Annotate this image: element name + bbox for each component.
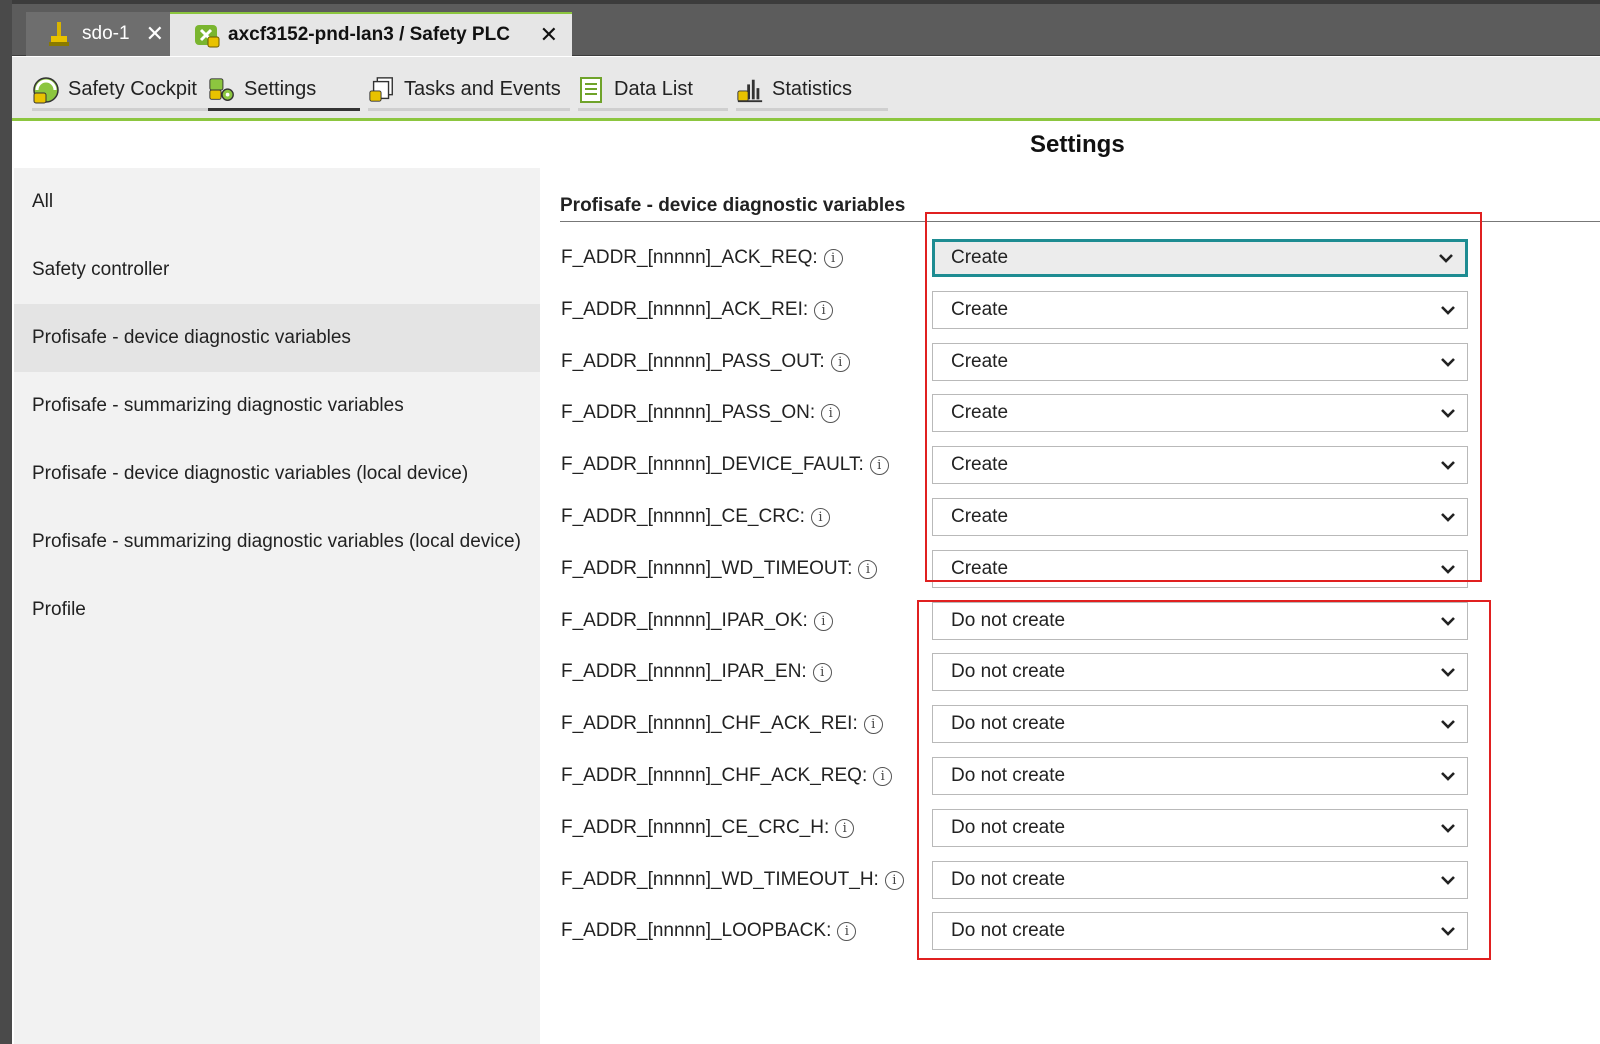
sidebar-item-profile[interactable]: Profile: [14, 576, 540, 644]
sidebar-item-device-diagnostic-local[interactable]: Profisafe - device diagnostic variables …: [14, 440, 540, 508]
setting-row-label: F_ADDR_[nnnnn]_WD_TIMEOUT_H: i: [561, 861, 904, 899]
setting-row-label: F_ADDR_[nnnnn]_IPAR_OK: i: [561, 602, 833, 640]
info-icon[interactable]: i: [813, 611, 833, 631]
document-tab-label: sdo-1: [82, 23, 130, 44]
sidebar-item-device-diagnostic-variables[interactable]: Profisafe - device diagnostic variables: [14, 304, 540, 372]
tab-label: Data List: [614, 78, 693, 100]
setting-row-label: F_ADDR_[nnnnn]_IPAR_EN: i: [561, 653, 832, 691]
setting-label-text: F_ADDR_[nnnnn]_CE_CRC:: [561, 506, 805, 527]
info-icon[interactable]: i: [863, 714, 883, 734]
document-tab-sdo-1[interactable]: sdo-1 ✕: [26, 12, 178, 56]
info-icon[interactable]: i: [810, 507, 830, 527]
info-icon[interactable]: i: [823, 248, 843, 268]
sidebar-item-all[interactable]: All: [14, 168, 540, 236]
tab-safety-cockpit[interactable]: Safety Cockpit: [32, 71, 214, 111]
setting-label-text: F_ADDR_[nnnnn]_WD_TIMEOUT_H:: [561, 869, 879, 890]
info-icon[interactable]: i: [858, 559, 878, 579]
setting-row-label: F_ADDR_[nnnnn]_CHF_ACK_REI: i: [561, 705, 883, 743]
tab-statistics[interactable]: Statistics: [736, 71, 888, 111]
setting-label-text: F_ADDR_[nnnnn]_WD_TIMEOUT:: [561, 558, 853, 579]
setting-label-text: F_ADDR_[nnnnn]_IPAR_EN:: [561, 661, 807, 682]
setting-label-text: F_ADDR_[nnnnn]_DEVICE_FAULT:: [561, 454, 864, 475]
setting-row-label: F_ADDR_[nnnnn]_DEVICE_FAULT: i: [561, 446, 889, 484]
setting-row-label: F_ADDR_[nnnnn]_PASS_ON: i: [561, 394, 841, 432]
setting-label-text: F_ADDR_[nnnnn]_ACK_REI:: [561, 299, 809, 320]
info-icon[interactable]: i: [837, 921, 857, 941]
tab-label: Safety Cockpit: [68, 78, 197, 100]
close-icon[interactable]: ✕: [146, 21, 164, 47]
bar-chart-icon: [736, 76, 764, 104]
info-icon[interactable]: i: [873, 766, 893, 786]
info-icon[interactable]: i: [830, 352, 850, 372]
document-tab-label: axcf3152-pnd-lan3 / Safety PLC: [228, 24, 510, 45]
sidebar-item-summarizing-diagnostic-local[interactable]: Profisafe - summarizing diagnostic varia…: [14, 508, 540, 576]
setting-row-label: F_ADDR_[nnnnn]_PASS_OUT: i: [561, 343, 850, 381]
tab-label: Tasks and Events: [404, 78, 561, 100]
document-tab-strip: sdo-1 ✕ axcf3152-pnd-lan3 / Safety PLC ✕: [12, 4, 1600, 56]
settings-gear-icon: [208, 76, 236, 104]
setting-label-text: F_ADDR_[nnnnn]_CHF_ACK_REQ:: [561, 765, 868, 786]
tab-label: Settings: [244, 78, 317, 100]
setting-row-label: F_ADDR_[nnnnn]_ACK_REI: i: [561, 291, 834, 329]
setting-row-label: F_ADDR_[nnnnn]_LOOPBACK: i: [561, 912, 857, 950]
highlight-box-do-not-create: [917, 600, 1491, 960]
editor-tab-bar: Safety Cockpit Settings Tasks and Events: [12, 57, 1600, 121]
setting-label-text: F_ADDR_[nnnnn]_CHF_ACK_REI:: [561, 713, 858, 734]
sidebar-item-safety-controller[interactable]: Safety controller: [14, 236, 540, 304]
info-icon[interactable]: i: [869, 455, 889, 475]
setting-label-text: F_ADDR_[nnnnn]_ACK_REQ:: [561, 247, 818, 268]
setting-row-label: F_ADDR_[nnnnn]_CE_CRC_H: i: [561, 809, 855, 847]
setting-label-text: F_ADDR_[nnnnn]_CE_CRC_H:: [561, 817, 830, 838]
setting-label-text: F_ADDR_[nnnnn]_PASS_ON:: [561, 402, 816, 423]
settings-category-sidebar: All Safety controller Profisafe - device…: [14, 168, 540, 1044]
setting-label-text: F_ADDR_[nnnnn]_LOOPBACK:: [561, 920, 832, 941]
page-title: Settings: [1030, 131, 1125, 158]
tasks-icon: [368, 76, 396, 104]
setting-row-label: F_ADDR_[nnnnn]_WD_TIMEOUT: i: [561, 550, 878, 588]
sidebar-item-summarizing-diagnostic-variables[interactable]: Profisafe - summarizing diagnostic varia…: [14, 372, 540, 440]
sdo-device-icon: [46, 21, 72, 47]
info-icon[interactable]: i: [812, 662, 832, 682]
info-icon[interactable]: i: [835, 818, 855, 838]
window-left-border: [0, 0, 12, 1044]
safety-plc-icon: [194, 22, 220, 48]
info-icon[interactable]: i: [884, 870, 904, 890]
tab-data-list[interactable]: Data List: [578, 71, 728, 111]
setting-label-text: F_ADDR_[nnnnn]_PASS_OUT:: [561, 351, 825, 372]
setting-row-label: F_ADDR_[nnnnn]_CE_CRC: i: [561, 498, 830, 536]
info-icon[interactable]: i: [821, 403, 841, 423]
tab-tasks-and-events[interactable]: Tasks and Events: [368, 71, 570, 111]
close-icon[interactable]: ✕: [540, 22, 558, 48]
tab-settings[interactable]: Settings: [208, 71, 360, 111]
setting-row-label: F_ADDR_[nnnnn]_CHF_ACK_REQ: i: [561, 757, 893, 795]
info-icon[interactable]: i: [814, 300, 834, 320]
setting-row-label: F_ADDR_[nnnnn]_ACK_REQ: i: [561, 239, 843, 277]
list-icon: [578, 76, 606, 104]
highlight-box-create: [925, 212, 1482, 582]
document-tab-safety-plc[interactable]: axcf3152-pnd-lan3 / Safety PLC ✕: [170, 12, 572, 56]
cockpit-icon: [32, 76, 60, 104]
tab-label: Statistics: [772, 78, 853, 100]
section-title: Profisafe - device diagnostic variables: [560, 195, 906, 216]
setting-label-text: F_ADDR_[nnnnn]_IPAR_OK:: [561, 610, 808, 631]
